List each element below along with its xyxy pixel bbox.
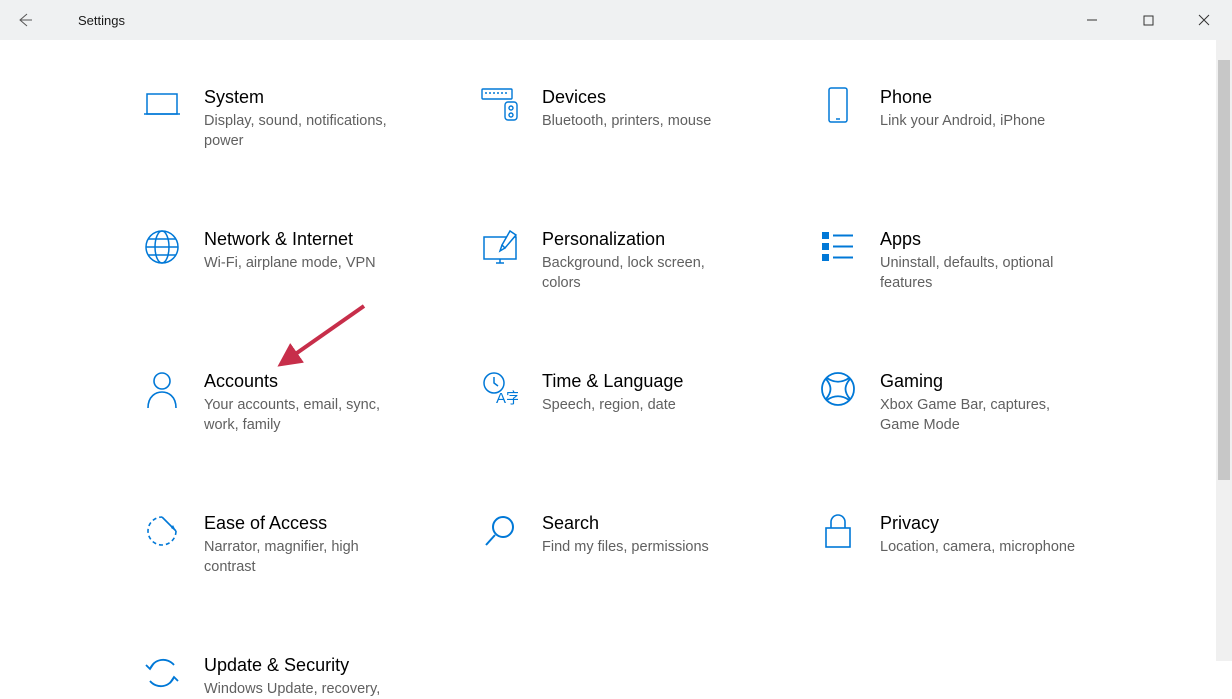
category-desc: Narrator, magnifier, high contrast: [204, 537, 404, 577]
lock-icon: [818, 511, 858, 551]
back-button[interactable]: [0, 0, 50, 40]
back-arrow-icon: [17, 12, 33, 28]
category-text: Devices Bluetooth, printers, mouse: [542, 85, 711, 131]
devices-icon: [480, 85, 520, 125]
category-desc: Speech, region, date: [542, 395, 683, 415]
category-desc: Xbox Game Bar, captures, Game Mode: [880, 395, 1080, 435]
category-desc: Display, sound, notifications, power: [204, 111, 404, 151]
category-title: Apps: [880, 227, 1080, 251]
scrollbar-thumb[interactable]: [1218, 60, 1230, 480]
category-text: Update & Security Windows Update, recove…: [204, 653, 380, 699]
category-personalization[interactable]: Personalization Background, lock screen,…: [480, 227, 818, 293]
system-icon: [142, 85, 182, 125]
category-title: Network & Internet: [204, 227, 376, 251]
scrollbar[interactable]: [1216, 40, 1232, 661]
category-title: Devices: [542, 85, 711, 109]
category-desc: Uninstall, defaults, optional features: [880, 253, 1080, 293]
category-text: Gaming Xbox Game Bar, captures, Game Mod…: [880, 369, 1080, 435]
category-search[interactable]: Search Find my files, permissions: [480, 511, 818, 577]
category-title: Update & Security: [204, 653, 380, 677]
window-controls: [1064, 0, 1232, 40]
category-title: Privacy: [880, 511, 1075, 535]
content-area: System Display, sound, notifications, po…: [0, 40, 1232, 699]
category-title: Accounts: [204, 369, 404, 393]
globe-icon: [142, 227, 182, 267]
minimize-icon: [1086, 14, 1098, 26]
category-phone[interactable]: Phone Link your Android, iPhone: [818, 85, 1156, 151]
category-devices[interactable]: Devices Bluetooth, printers, mouse: [480, 85, 818, 151]
personalization-icon: [480, 227, 520, 267]
category-title: Phone: [880, 85, 1045, 109]
category-desc: Background, lock screen, colors: [542, 253, 742, 293]
category-desc: Bluetooth, printers, mouse: [542, 111, 711, 131]
category-text: Phone Link your Android, iPhone: [880, 85, 1045, 131]
category-gaming[interactable]: Gaming Xbox Game Bar, captures, Game Mod…: [818, 369, 1156, 435]
category-desc: Wi-Fi, airplane mode, VPN: [204, 253, 376, 273]
apps-icon: [818, 227, 858, 267]
category-accounts[interactable]: Accounts Your accounts, email, sync, wor…: [142, 369, 480, 435]
category-title: Search: [542, 511, 709, 535]
app-title: Settings: [78, 13, 125, 28]
category-text: Ease of Access Narrator, magnifier, high…: [204, 511, 404, 577]
title-left: Settings: [0, 0, 125, 40]
gaming-icon: [818, 369, 858, 409]
category-desc: Your accounts, email, sync, work, family: [204, 395, 404, 435]
category-title: Ease of Access: [204, 511, 404, 535]
category-desc: Link your Android, iPhone: [880, 111, 1045, 131]
phone-icon: [818, 85, 858, 125]
minimize-button[interactable]: [1064, 0, 1120, 40]
close-icon: [1198, 14, 1210, 26]
category-title: System: [204, 85, 404, 109]
category-text: Network & Internet Wi-Fi, airplane mode,…: [204, 227, 376, 273]
category-text: Search Find my files, permissions: [542, 511, 709, 557]
categories-grid: System Display, sound, notifications, po…: [142, 85, 1192, 699]
category-privacy[interactable]: Privacy Location, camera, microphone: [818, 511, 1156, 577]
category-text: Accounts Your accounts, email, sync, wor…: [204, 369, 404, 435]
category-text: Privacy Location, camera, microphone: [880, 511, 1075, 557]
category-apps[interactable]: Apps Uninstall, defaults, optional featu…: [818, 227, 1156, 293]
category-desc: Windows Update, recovery,: [204, 679, 380, 699]
category-system[interactable]: System Display, sound, notifications, po…: [142, 85, 480, 151]
search-icon: [480, 511, 520, 551]
category-ease[interactable]: Ease of Access Narrator, magnifier, high…: [142, 511, 480, 577]
title-bar: Settings: [0, 0, 1232, 40]
category-text: Personalization Background, lock screen,…: [542, 227, 742, 293]
category-time[interactable]: A字 Time & Language Speech, region, date: [480, 369, 818, 435]
time-language-icon: A字: [480, 369, 520, 409]
category-desc: Find my files, permissions: [542, 537, 709, 557]
close-button[interactable]: [1176, 0, 1232, 40]
svg-text:A字: A字: [496, 390, 518, 407]
maximize-icon: [1143, 15, 1154, 26]
category-update[interactable]: Update & Security Windows Update, recove…: [142, 653, 480, 699]
category-title: Personalization: [542, 227, 742, 251]
update-icon: [142, 653, 182, 693]
category-text: Time & Language Speech, region, date: [542, 369, 683, 415]
category-network[interactable]: Network & Internet Wi-Fi, airplane mode,…: [142, 227, 480, 293]
category-text: System Display, sound, notifications, po…: [204, 85, 404, 151]
category-title: Time & Language: [542, 369, 683, 393]
category-desc: Location, camera, microphone: [880, 537, 1075, 557]
maximize-button[interactable]: [1120, 0, 1176, 40]
category-text: Apps Uninstall, defaults, optional featu…: [880, 227, 1080, 293]
ease-of-access-icon: [142, 511, 182, 551]
category-title: Gaming: [880, 369, 1080, 393]
accounts-icon: [142, 369, 182, 409]
